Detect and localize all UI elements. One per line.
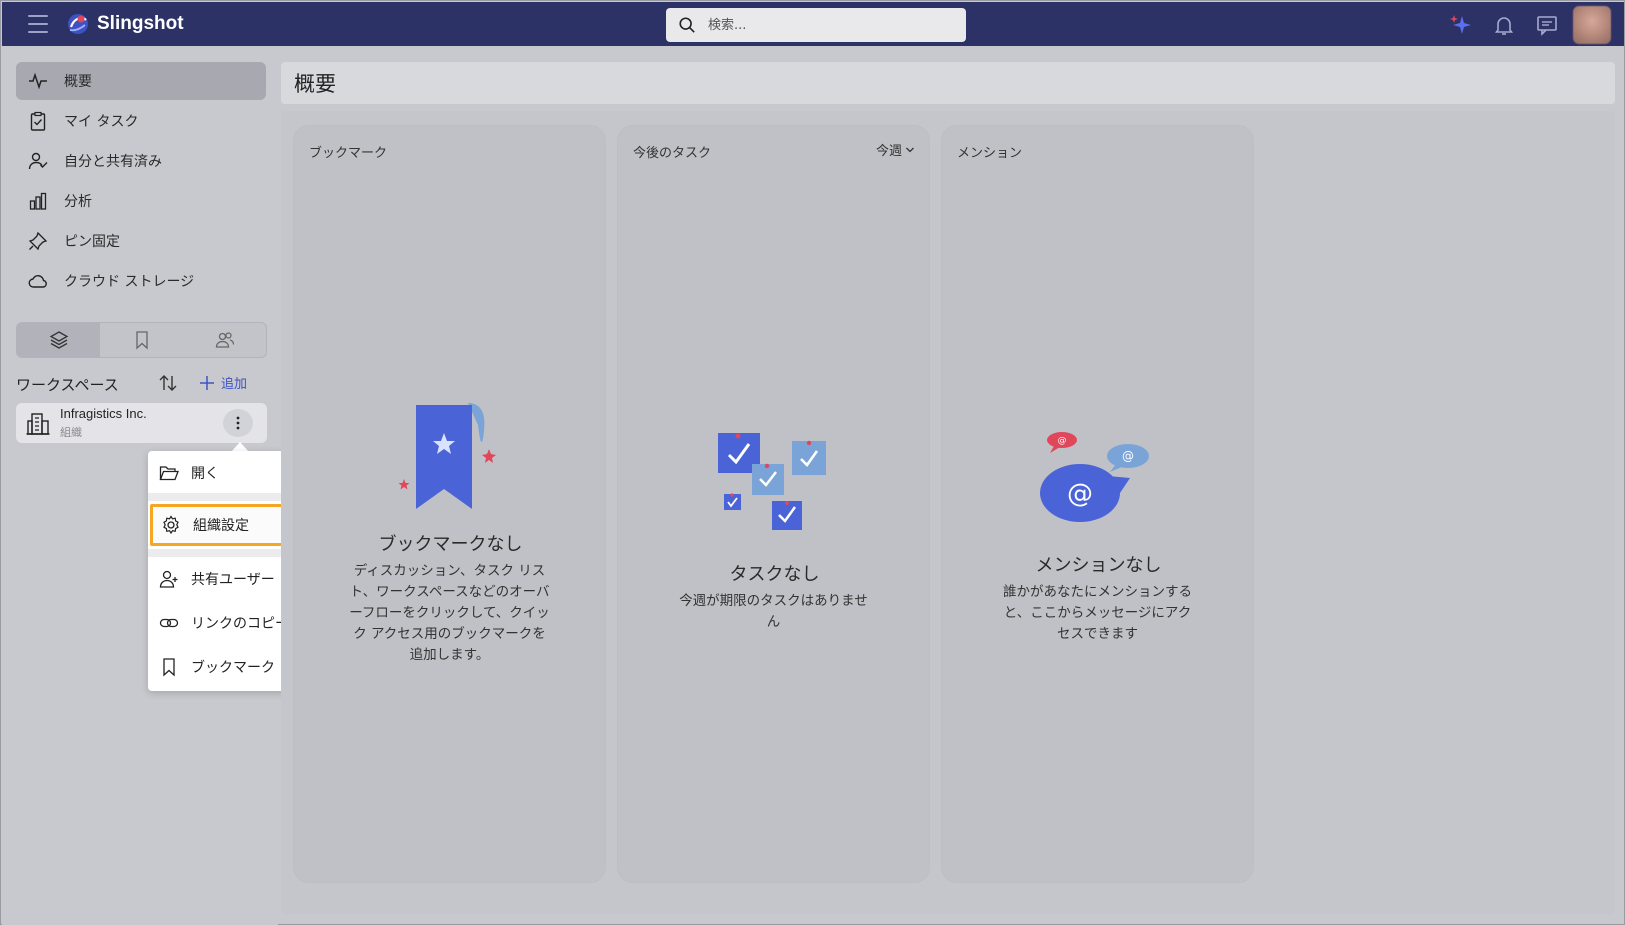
page-title: 概要 xyxy=(294,72,336,96)
sidebar-item-my-tasks[interactable]: マイ タスク xyxy=(16,102,266,140)
sidebar-tabs xyxy=(16,322,267,358)
menu-item-label: ブックマーク xyxy=(191,660,275,676)
empty-state-description: 誰かがあなたにメンションすると、ここからメッセージにアクセスできます xyxy=(1003,584,1192,642)
bookmark-icon xyxy=(163,658,175,677)
add-workspace-label: 追加 xyxy=(221,377,248,392)
sort-icon[interactable] xyxy=(157,372,179,394)
period-filter-dropdown[interactable]: 今週 xyxy=(876,140,915,159)
slingshot-logo-icon xyxy=(68,14,88,34)
add-workspace-button[interactable]: 追加 xyxy=(199,373,247,392)
user-plus-icon xyxy=(159,570,178,588)
building-icon xyxy=(26,413,50,435)
menu-item-label: 開く xyxy=(191,466,219,482)
bookmark-icon xyxy=(135,331,148,350)
users-icon xyxy=(215,332,234,348)
app-window: Slingshot 概要 xyxy=(0,0,1625,925)
user-check-icon xyxy=(28,152,48,170)
sidebar-item-label: ピン固定 xyxy=(64,234,120,250)
svg-text:@: @ xyxy=(1058,436,1067,446)
sidebar-item-overview[interactable]: 概要 xyxy=(16,62,266,100)
hamburger-menu-icon[interactable] xyxy=(28,15,48,33)
sidebar-item-cloud-storage[interactable]: クラウド ストレージ xyxy=(16,262,266,300)
folder-open-icon xyxy=(159,466,179,481)
search-input[interactable] xyxy=(708,14,948,36)
activity-icon xyxy=(29,72,47,90)
menu-item-label: 組織設定 xyxy=(193,518,249,534)
chat-icon[interactable] xyxy=(1535,13,1559,37)
workspaces-header: ワークスペース 追加 xyxy=(16,372,267,396)
app-name: Slingshot xyxy=(97,13,184,34)
workspace-item[interactable]: Infragistics Inc. 組織 xyxy=(16,403,267,443)
empty-state-title: メンションなし xyxy=(1035,555,1162,576)
chevron-down-icon xyxy=(906,147,914,152)
overview-content: ブックマーク ブックマークなし ディスカッション、タスク リスト、ワークスペース… xyxy=(281,111,1615,914)
page-header: 概要 xyxy=(281,62,1615,104)
bell-icon[interactable] xyxy=(1492,13,1516,37)
bar-chart-icon xyxy=(29,192,47,210)
sidebar-item-pinned[interactable]: ピン固定 xyxy=(16,222,266,260)
search-box[interactable] xyxy=(666,8,966,42)
period-filter-label: 今週 xyxy=(875,144,902,159)
upcoming-tasks-card: 今後のタスク 今週 タスクなし 今週が期限のタスクはありません xyxy=(617,125,930,883)
svg-text:@: @ xyxy=(1067,479,1093,509)
more-options-button[interactable] xyxy=(223,409,253,437)
mentions-card: メンション @ @ @ メンションなし 誰かがあなたにメンションすると、ここから… xyxy=(941,125,1254,883)
sidebar-item-label: 自分と共有済み xyxy=(64,154,162,170)
empty-state-title: ブックマークなし xyxy=(378,534,523,555)
bookmark-illustration-icon xyxy=(398,403,496,509)
workspace-name: Infragistics Inc. xyxy=(60,406,147,421)
sidebar-item-analytics[interactable]: 分析 xyxy=(16,182,266,220)
mention-illustration-icon: @ @ @ xyxy=(1040,432,1149,522)
empty-state-description: 今週が期限のタスクはありません xyxy=(679,593,868,630)
sidebar-item-shared-with-me[interactable]: 自分と共有済み xyxy=(16,142,266,180)
card-title: 今後のタスク xyxy=(633,146,712,161)
user-avatar[interactable] xyxy=(1573,6,1611,44)
empty-state-title: タスクなし xyxy=(729,564,820,585)
tab-people[interactable] xyxy=(183,323,266,357)
tasks-illustration-icon xyxy=(718,433,826,530)
gear-icon xyxy=(163,515,179,535)
pin-icon xyxy=(28,231,48,251)
card-title: ブックマーク xyxy=(309,146,388,161)
bookmarks-card: ブックマーク ブックマークなし ディスカッション、タスク リスト、ワークスペース… xyxy=(293,125,606,883)
sidebar-item-label: 概要 xyxy=(64,74,92,90)
workspace-type: 組織 xyxy=(60,426,82,439)
kebab-menu-icon xyxy=(236,416,240,430)
cloud-icon xyxy=(28,275,47,288)
top-bar: Slingshot xyxy=(2,2,1624,46)
card-title: メンション xyxy=(957,146,1023,161)
sidebar-item-label: 分析 xyxy=(64,194,92,210)
empty-state-description: ディスカッション、タスク リスト、ワークスペースなどのオーバーフローをクリックし… xyxy=(349,563,550,663)
search-icon xyxy=(679,17,695,33)
svg-text:@: @ xyxy=(1122,449,1134,463)
menu-item-label: 共有ユーザー xyxy=(191,572,275,588)
tab-bookmarks[interactable] xyxy=(100,323,183,357)
ai-sparkle-icon[interactable] xyxy=(1449,13,1473,37)
layers-icon xyxy=(49,331,68,349)
clipboard-check-icon xyxy=(30,111,46,131)
plus-icon xyxy=(200,375,214,390)
tab-workspaces[interactable] xyxy=(17,323,100,357)
sidebar-item-label: マイ タスク xyxy=(64,114,139,130)
sidebar-item-label: クラウド ストレージ xyxy=(64,274,195,290)
workspaces-title: ワークスペース xyxy=(16,376,119,394)
link-icon xyxy=(159,618,179,628)
menu-item-label: リンクのコピー xyxy=(191,616,289,632)
